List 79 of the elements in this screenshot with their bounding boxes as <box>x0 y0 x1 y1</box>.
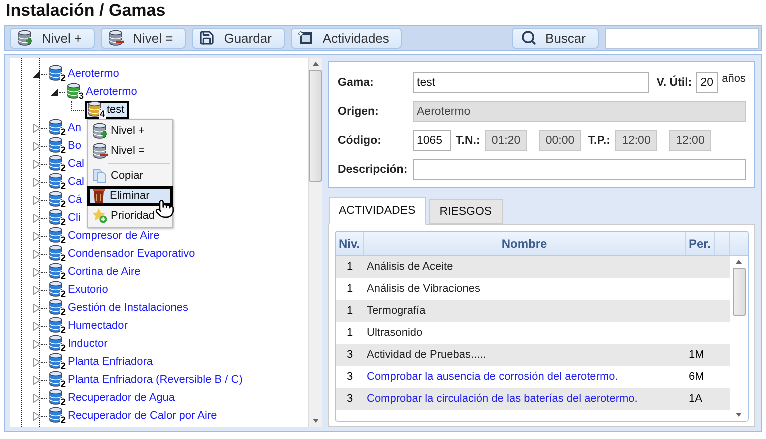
table-cell-text: Análisis de Aceite <box>366 261 454 273</box>
table-cell-text: 1 <box>346 283 354 295</box>
field-label: T.N.: <box>456 134 480 146</box>
field-label: Gama: <box>338 76 375 88</box>
expand-toggle[interactable] <box>51 88 59 96</box>
table-cell-text: 3 <box>346 349 354 361</box>
expand-toggle[interactable] <box>33 196 41 204</box>
expand-toggle[interactable] <box>33 142 41 150</box>
expand-toggle[interactable] <box>33 232 41 240</box>
expand-toggle[interactable] <box>33 358 41 366</box>
menu-item[interactable]: Eliminar <box>87 186 173 206</box>
table-row[interactable]: 1 Termografía <box>336 300 730 322</box>
table-cell-text: 1 <box>346 327 354 339</box>
save-icon <box>199 30 216 46</box>
database-add-icon <box>92 123 108 139</box>
menu-item[interactable]: Copiar <box>88 166 172 186</box>
table-cell-text: 1 <box>346 261 354 273</box>
menu-item[interactable]: Nivel + <box>88 121 172 141</box>
expand-toggle[interactable] <box>33 394 41 402</box>
expand-toggle[interactable] <box>33 70 41 78</box>
field-label: Descripción: <box>338 164 409 176</box>
toolbar-button[interactable]: Nivel = <box>101 28 186 48</box>
field-label: V. Útil: <box>656 76 692 88</box>
column-header[interactable]: Nombre <box>364 232 686 255</box>
scrollbar[interactable] <box>308 58 322 427</box>
input-field[interactable] <box>413 159 746 180</box>
table-row[interactable]: 3 Comprobar la circulación de las baterías del aerotermo. 1A <box>336 388 730 410</box>
expand-toggle[interactable] <box>33 376 41 384</box>
database-add-icon <box>17 30 33 46</box>
field-label: Código: <box>338 134 382 146</box>
column-header[interactable]: Niv. <box>336 232 364 255</box>
menu-item[interactable]: Nivel = <box>88 141 172 161</box>
table-cell-text: Comprobar la ausencia de corrosión del aerotermo. <box>366 371 620 383</box>
expand-toggle[interactable] <box>33 250 41 258</box>
toolbar-button[interactable]: Nivel + <box>10 28 96 48</box>
tab[interactable]: RIESGOS <box>428 199 504 224</box>
expand-toggle[interactable] <box>33 268 41 276</box>
tab[interactable]: ACTIVIDADES <box>329 197 426 225</box>
search-button[interactable]: Buscar <box>512 28 599 48</box>
table-cell-text: Comprobar la circulación de las baterías del aerotermo. <box>366 393 639 405</box>
expand-toggle[interactable] <box>33 178 41 186</box>
table-cell-text: Ultrasonido <box>366 327 424 339</box>
expand-toggle[interactable] <box>33 286 41 294</box>
input-field[interactable]: test <box>413 72 649 93</box>
field-label: T.P.: <box>588 134 610 146</box>
expand-toggle[interactable] <box>33 304 41 312</box>
expand-toggle[interactable] <box>33 124 41 132</box>
table-cell-text: 6M <box>688 371 706 383</box>
search-field[interactable] <box>605 28 759 48</box>
star-add-icon <box>92 208 108 224</box>
page-title: Instalación / Gamas <box>5 0 167 22</box>
expand-toggle[interactable] <box>33 214 41 222</box>
expand-toggle[interactable] <box>33 160 41 168</box>
table-row[interactable]: 1 Análisis de Aceite <box>336 256 730 278</box>
expand-toggle[interactable] <box>33 322 41 330</box>
unit-label: años <box>722 73 746 85</box>
field-label: Origen: <box>338 106 380 118</box>
database-remove-icon <box>108 30 124 46</box>
table-cell-text: 1 <box>346 305 354 317</box>
input-field[interactable]: 1065 <box>413 130 451 151</box>
copy-icon <box>92 168 108 184</box>
expand-toggle[interactable] <box>33 412 41 420</box>
table-row[interactable]: 3 Actividad de Pruebas..... 1M <box>336 344 730 366</box>
trash-icon <box>91 188 107 204</box>
toolbar-button[interactable]: Actividades <box>290 28 402 48</box>
table-cell-text: Termografía <box>366 305 427 317</box>
search-icon <box>520 30 537 46</box>
table-cell-text: Actividad de Pruebas..... <box>366 349 488 361</box>
panel-icon <box>298 30 314 46</box>
input-field[interactable]: 20 <box>696 72 718 93</box>
table-cell-text: Análisis de Vibraciones <box>366 283 482 295</box>
table-cell-text: 3 <box>346 371 354 383</box>
database-remove-icon <box>92 143 108 159</box>
table-cell-text: 1M <box>688 349 706 361</box>
table-cell-text: 3 <box>346 393 354 405</box>
expand-toggle[interactable] <box>33 340 41 348</box>
table-cell-text: 1A <box>688 393 704 405</box>
column-header[interactable]: Per. <box>686 232 715 255</box>
toolbar-button[interactable]: Guardar <box>192 28 285 48</box>
